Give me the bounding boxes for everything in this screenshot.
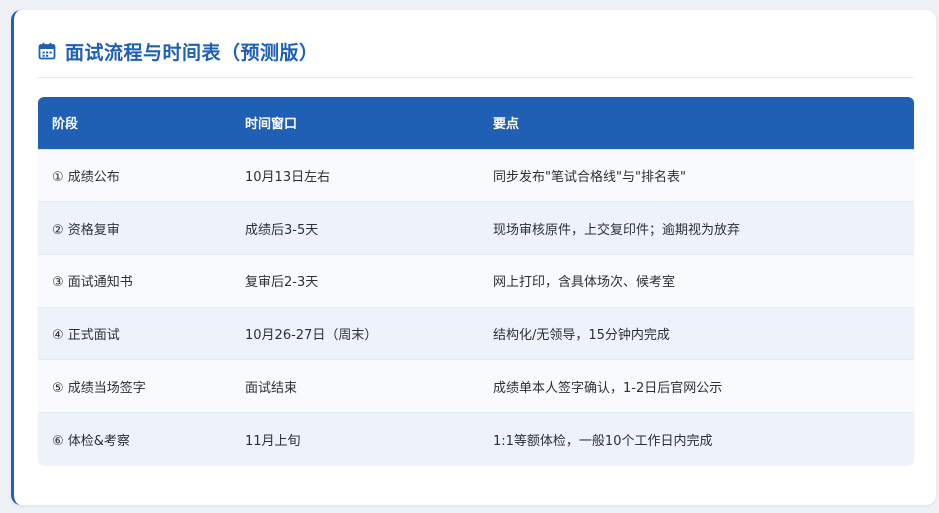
table-row: ① 成绩公布 10月13日左右 同步发布"笔试合格线"与"排名表" (38, 149, 914, 202)
column-header-points: 要点 (493, 117, 520, 133)
table-row: ⑤ 成绩当场签字 面试结束 成绩单本人签字确认，1-2日后官网公示 (38, 359, 914, 413)
points-cell: 同步发布"笔试合格线"与"排名表" (493, 169, 686, 185)
stage-cell: ② 资格复审 (52, 222, 120, 238)
window-cell: 复审后2-3天 (245, 275, 319, 291)
stage-cell: ⑤ 成绩当场签字 (52, 380, 146, 396)
calendar-icon (38, 42, 56, 60)
window-cell: 成绩后3-5天 (245, 222, 319, 238)
schedule-table: 阶段 时间窗口 要点 ① 成绩公布 10月13日左右 同步发布"笔试合格线"与"… (38, 97, 914, 466)
table-row: ③ 面试通知书 复审后2-3天 网上打印，含具体场次、候考室 (38, 254, 914, 308)
window-cell: 10月26-27日（周末） (245, 327, 378, 343)
stage-cell: ① 成绩公布 (52, 169, 120, 185)
points-cell: 结构化/无领导，15分钟内完成 (493, 327, 670, 343)
stage-cell: ⑥ 体检&考察 (52, 433, 130, 449)
window-cell: 10月13日左右 (245, 169, 331, 185)
points-cell: 成绩单本人签字确认，1-2日后官网公示 (493, 380, 723, 396)
stage-cell: ④ 正式面试 (52, 327, 120, 343)
table-row: ② 资格复审 成绩后3-5天 现场审核原件，上交复印件；逾期视为放弃 (38, 201, 914, 255)
stage-cell: ③ 面试通知书 (52, 275, 133, 291)
table-row: ④ 正式面试 10月26-27日（周末） 结构化/无领导，15分钟内完成 (38, 307, 914, 360)
points-cell: 网上打印，含具体场次、候考室 (493, 275, 676, 291)
points-cell: 1:1等额体检，一般10个工作日内完成 (493, 433, 713, 449)
table-header-row: 阶段 时间窗口 要点 (38, 97, 914, 149)
card-header: 面试流程与时间表（预测版） (38, 36, 319, 66)
header-divider (37, 77, 914, 78)
schedule-card: 面试流程与时间表（预测版） 阶段 时间窗口 要点 ① 成绩公布 10月13日左右… (11, 10, 936, 505)
page-title: 面试流程与时间表（预测版） (65, 41, 319, 64)
window-cell: 面试结束 (245, 380, 298, 396)
points-cell: 现场审核原件，上交复印件；逾期视为放弃 (493, 222, 741, 238)
column-header-window: 时间窗口 (245, 117, 298, 133)
window-cell: 11月上旬 (245, 433, 301, 449)
table-row: ⑥ 体检&考察 11月上旬 1:1等额体检，一般10个工作日内完成 (38, 412, 914, 466)
column-header-stage: 阶段 (52, 117, 79, 133)
